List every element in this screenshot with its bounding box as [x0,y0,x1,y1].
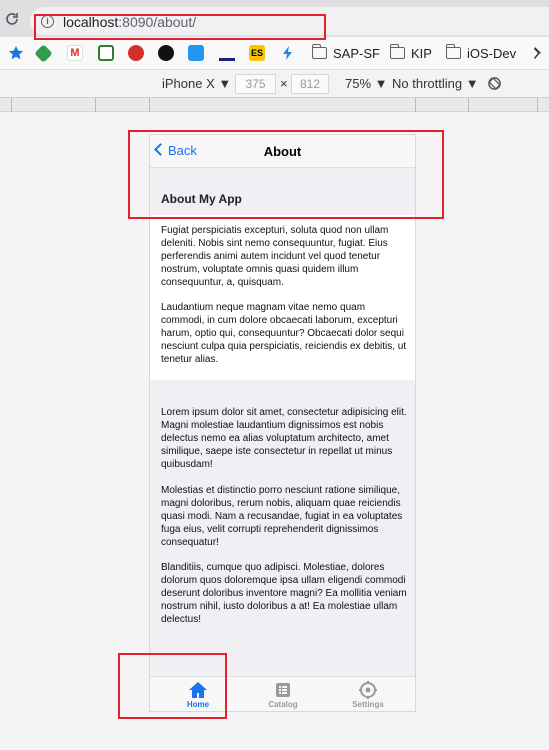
device-toolbar: iPhone X ▼ 375 × 812 75% ▼ No throttling… [0,70,549,98]
card-paragraph: Laudantium neque magnam vitae nemo quam … [161,302,407,365]
reload-icon[interactable] [4,11,20,27]
tab-label: Settings [352,700,384,709]
annotation-box-header [128,130,444,219]
body-paragraph: Lorem ipsum dolor sit amet, consectetur … [161,407,407,470]
folder-icon [389,44,405,59]
rotate-icon[interactable] [487,76,502,91]
device-height-input[interactable]: 812 [291,74,329,94]
list-icon [276,683,290,697]
annotation-box-url [34,14,326,40]
gear-icon [359,681,377,699]
bookmark-folder-ios[interactable]: iOS-Dev [467,46,516,61]
folder-icon [445,44,461,59]
throttling-select[interactable]: No throttling ▼ [392,76,479,91]
dimension-separator: × [280,76,288,91]
bookmark-folder-sap[interactable]: SAP-SF [333,46,380,61]
content-card: Fugiat perspiciatis excepturi, soluta qu… [150,215,415,380]
device-ruler [0,98,549,112]
device-select[interactable]: iPhone X ▼ [162,76,231,91]
bookmark-folder-kip[interactable]: KIP [411,46,432,61]
lightning-icon[interactable] [280,45,296,61]
device-viewport: Back About About My App Fugiat perspicia… [149,134,416,712]
star-icon[interactable] [8,45,24,61]
bookmark-bird-icon[interactable] [188,45,204,61]
zoom-select[interactable]: 75% ▼ [345,76,388,91]
pin-icon[interactable] [530,45,546,61]
annotation-box-home-tab [118,653,227,719]
bookmark-bar-icon[interactable] [219,58,235,61]
gmail-icon[interactable]: M [67,45,83,61]
folder-icon [311,44,327,59]
device-width-input[interactable]: 375 [235,74,276,94]
screen: i localhost:8090/about/ M ES SAP-SF KIP … [0,0,549,750]
bookmark-store-icon[interactable] [98,45,114,61]
tab-label: Catalog [268,700,298,709]
github-icon[interactable] [158,45,174,61]
tab-settings[interactable]: Settings [324,677,412,711]
bookmark-es-icon[interactable]: ES [249,45,265,61]
body-paragraph: Blanditiis, cumque quo adipisci. Molesti… [161,562,407,625]
tab-catalog[interactable]: Catalog [239,677,327,711]
bookmark-music-icon[interactable] [128,45,144,61]
card-paragraph: Fugiat perspiciatis excepturi, soluta qu… [161,225,389,288]
body-paragraph: Molestias et distinctio porro nesciunt r… [161,485,403,548]
